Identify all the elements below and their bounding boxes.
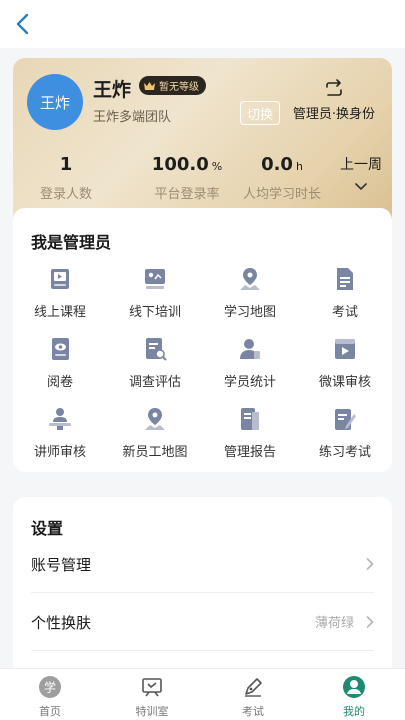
- grid-item-offline-training[interactable]: 线下培训: [108, 266, 202, 326]
- micro-course-review-icon: [335, 339, 355, 359]
- practice-exam-icon: [335, 409, 356, 430]
- grid-item-grading[interactable]: 阅卷: [13, 336, 107, 396]
- survey-icon: [146, 338, 167, 361]
- tab-label: 特训室: [135, 705, 169, 718]
- grid-item-label: 管理报告: [223, 445, 276, 460]
- admin-section: 我是管理员 线上课程 线下培训 学习地图 考试 阅卷 调查评估 学员统计 微课审…: [13, 208, 392, 472]
- home-icon: 学: [39, 676, 61, 698]
- grid-item-label: 微课审核: [318, 375, 371, 390]
- grid-item-lecturer-review[interactable]: 讲师审核: [13, 406, 107, 466]
- bottom-tab-bar: 学 首页 特训室 考试 我的: [0, 668, 405, 720]
- stat-value: 0.0: [261, 154, 293, 175]
- learning-map-icon: [240, 268, 260, 290]
- grid-item-exam[interactable]: 考试: [298, 266, 392, 326]
- stat-label: 平台登录率: [154, 187, 220, 202]
- setting-row-account[interactable]: 账号管理: [31, 535, 374, 593]
- grid-item-report[interactable]: 管理报告: [203, 406, 297, 466]
- setting-row-theme[interactable]: 个性换肤 薄荷绿: [31, 593, 374, 651]
- stats-row: 1 登录人数 100.0% 平台登录率 0.0 h 人均学习时长 上一周: [13, 154, 392, 214]
- grid-item-label: 调查评估: [128, 375, 181, 390]
- grid-item-label: 练习考试: [318, 445, 371, 460]
- role-label: 管理员·换身份: [292, 107, 376, 122]
- stat-login-rate: 100.0% 平台登录率: [139, 154, 235, 202]
- grid-item-label: 讲师审核: [33, 445, 86, 460]
- grid-item-label: 学员统计: [223, 375, 276, 390]
- setting-label: 个性换肤: [31, 614, 92, 632]
- tab-exam[interactable]: 考试: [223, 675, 283, 719]
- online-course-icon: [51, 269, 69, 289]
- svg-text:学: 学: [44, 680, 56, 695]
- change-role-button[interactable]: 管理员·换身份: [289, 78, 379, 122]
- new-staff-map-icon: [145, 408, 165, 430]
- team-name: 王炸多端团队: [93, 110, 172, 125]
- period-selector[interactable]: 上一周: [340, 154, 382, 191]
- stat-unit: %: [211, 160, 223, 173]
- grid-item-label: 学习地图: [223, 305, 276, 320]
- tab-home[interactable]: 学 首页: [20, 675, 80, 719]
- switch-button[interactable]: 切换: [240, 101, 281, 125]
- tab-label: 考试: [242, 705, 264, 718]
- level-badge: 暂无等级: [139, 76, 206, 95]
- offline-training-icon: [145, 269, 165, 289]
- profile-card: 王炸 王炸 暂无等级 王炸多端团队 切换 管理员·换身份 1 登录人数 100.…: [13, 58, 392, 230]
- stat-label: 人均学习时长: [242, 187, 321, 202]
- stat-label: 登录人数: [39, 187, 92, 202]
- chevron-right-icon: [366, 616, 374, 628]
- avatar[interactable]: 王炸: [27, 74, 83, 130]
- period-label: 上一周: [340, 157, 382, 173]
- top-bar: [0, 0, 405, 48]
- exam-pen-icon: [245, 678, 262, 697]
- report-icon: [241, 408, 259, 430]
- crown-icon: [144, 81, 155, 90]
- exam-doc-icon: [337, 268, 353, 290]
- grid-item-student-stats[interactable]: 学员统计: [203, 336, 297, 396]
- level-badge-label: 暂无等级: [159, 82, 199, 93]
- stat-avg-study-time: 0.0 h 人均学习时长: [241, 154, 323, 202]
- chevron-right-icon: [366, 558, 374, 570]
- training-room-icon: [142, 678, 162, 697]
- tab-label: 首页: [39, 705, 61, 718]
- setting-label: 账号管理: [31, 556, 92, 574]
- grid-item-new-staff-map[interactable]: 新员工地图: [108, 406, 202, 466]
- grading-icon: [52, 338, 69, 360]
- lecturer-review-icon: [49, 408, 71, 430]
- grid-item-micro-course-review[interactable]: 微课审核: [298, 336, 392, 396]
- admin-section-title: 我是管理员: [31, 233, 112, 252]
- tab-label: 我的: [343, 705, 365, 718]
- back-arrow-icon[interactable]: [10, 10, 36, 38]
- grid-item-label: 阅卷: [46, 375, 73, 390]
- grid-item-label: 线下培训: [128, 305, 181, 320]
- settings-section: 设置 账号管理 个性换肤 薄荷绿: [13, 497, 392, 677]
- grid-item-label: 考试: [331, 305, 358, 320]
- grid-item-survey[interactable]: 调查评估: [108, 336, 202, 396]
- chevron-down-icon: [355, 183, 367, 191]
- student-stats-icon: [240, 339, 260, 359]
- stat-value: 1: [59, 154, 73, 175]
- stat-unit: h: [295, 160, 303, 173]
- grid-item-label: 新员工地图: [122, 445, 188, 460]
- user-name: 王炸: [93, 79, 132, 101]
- profile-icon: [343, 676, 365, 698]
- grid-item-online-course[interactable]: 线上课程: [13, 266, 107, 326]
- grid-item-label: 线上课程: [33, 305, 86, 320]
- setting-value: 薄荷绿: [314, 616, 354, 631]
- switch-arrows-icon: [326, 79, 342, 96]
- grid-item-practice-exam[interactable]: 练习考试: [298, 406, 392, 466]
- stat-login-count: 1 登录人数: [31, 154, 101, 202]
- grid-item-learning-map[interactable]: 学习地图: [203, 266, 297, 326]
- tab-training-room[interactable]: 特训室: [122, 675, 182, 719]
- tab-profile[interactable]: 我的: [324, 675, 384, 719]
- stat-value: 100.0: [151, 154, 209, 175]
